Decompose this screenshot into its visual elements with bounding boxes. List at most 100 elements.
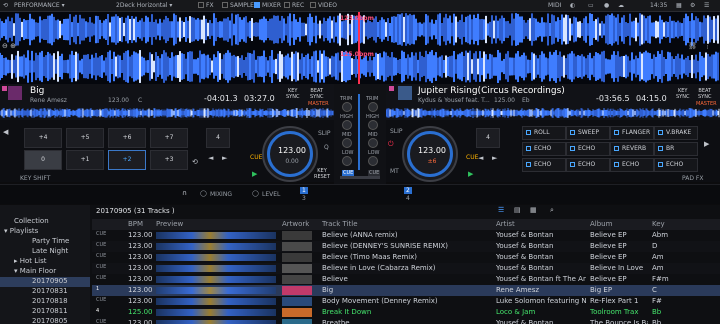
deck1-slip-label[interactable]: SLIP	[318, 130, 331, 137]
row-preview-waveform[interactable]	[156, 232, 276, 239]
deck1-play-icon[interactable]: ▶	[252, 170, 257, 178]
fx-roll[interactable]: ROLL	[522, 126, 566, 140]
col-album[interactable]: Album	[590, 220, 612, 228]
tree-playlists[interactable]: ▾ Playlists	[0, 227, 90, 237]
tree-main-floor[interactable]: ▾ Main Floor	[0, 267, 90, 277]
mode-select[interactable]: PERFORMANCE ▾	[14, 2, 65, 9]
fx-br[interactable]: BR	[654, 142, 698, 156]
detail-view-icon[interactable]: ▤	[514, 206, 521, 214]
row-preview-waveform[interactable]	[156, 265, 276, 272]
deck2-jog-wheel[interactable]: 123.00 ±6	[402, 126, 458, 182]
tree-late-night[interactable]: Late Night	[0, 247, 90, 257]
pad-plus4[interactable]: +4	[24, 128, 62, 148]
col-title[interactable]: Track Title	[322, 220, 358, 228]
deck-select-3[interactable]: 3	[300, 195, 308, 202]
deck2-beat-sync[interactable]: BEAT SYNC	[698, 88, 711, 100]
deck2-pad-right-icon[interactable]: ▶	[704, 140, 709, 148]
tree-20170811[interactable]: 20170811	[0, 307, 90, 317]
col-key[interactable]: Key	[652, 220, 665, 228]
high-right-knob[interactable]	[368, 120, 378, 130]
fx-echo-5[interactable]: ECHO	[610, 158, 654, 172]
deck1-key-sync[interactable]: KEY SYNC	[286, 88, 299, 100]
pad-zero[interactable]: 0	[24, 150, 62, 170]
mid-right-knob[interactable]	[368, 138, 378, 148]
zoom-out-icon[interactable]: ⊖	[2, 42, 8, 50]
tab-video[interactable]: VIDEO	[310, 2, 337, 9]
pad-plus6[interactable]: +6	[108, 128, 146, 148]
grid-icon[interactable]: ▦	[676, 2, 682, 9]
deck1-back-icon[interactable]: ⟲	[192, 158, 198, 166]
tree-20170818[interactable]: 20170818	[0, 297, 90, 307]
deck1-jog-wheel[interactable]: 123.00 0.00	[262, 126, 318, 182]
deck2-mt-label[interactable]: MT	[390, 168, 399, 175]
cloud-icon[interactable]: ☁	[618, 2, 624, 9]
trim-left-knob[interactable]	[342, 102, 352, 112]
table-row[interactable]: 4 125.00 Break It Down Loco & Jam Toolroom T…	[92, 307, 720, 318]
tree-collection[interactable]: Collection	[0, 217, 90, 227]
waveform-menu-icon[interactable]: ⋮	[704, 42, 711, 50]
fx-echo-4[interactable]: ECHO	[566, 158, 610, 172]
deck2-overview[interactable]	[386, 107, 720, 119]
link-icon[interactable]: ⛓	[688, 42, 697, 50]
table-row[interactable]: 1 123.00 Big Rene Amesz Big EP C	[92, 285, 720, 296]
pad-plus3[interactable]: +3	[150, 150, 188, 170]
fx-flanger[interactable]: FLANGER	[610, 126, 654, 140]
table-row[interactable]: CUE 123.00 Believe Yousef & Bontan ft The A…	[92, 274, 720, 285]
deck2-key-sync[interactable]: KEY SYNC	[676, 88, 689, 100]
list-view-icon[interactable]: ☰	[498, 206, 504, 214]
tab-mixer[interactable]: MIXER	[254, 2, 281, 9]
deck1-pad-left-icon[interactable]: ◀	[3, 128, 8, 136]
zoom-in-icon[interactable]: ⊕	[10, 42, 16, 50]
tab-fx[interactable]: FX	[198, 2, 214, 9]
table-row[interactable]: CUE 123.00 Believe (Timo Maas Remix) Yousef…	[92, 252, 720, 263]
row-preview-waveform[interactable]	[156, 276, 276, 283]
layout-select[interactable]: 2Deck Horizontal ▾	[116, 2, 172, 9]
high-left-knob[interactable]	[342, 120, 352, 130]
mid-left-knob[interactable]	[342, 138, 352, 148]
col-preview[interactable]: Preview	[156, 220, 183, 228]
row-preview-waveform[interactable]	[156, 243, 276, 250]
deck1-q-label[interactable]: Q	[324, 144, 329, 151]
row-preview-waveform[interactable]	[156, 320, 276, 324]
table-row[interactable]: CUE 123.00 Believe in Love (Cabarza Remix)…	[92, 263, 720, 274]
fx-echo-2[interactable]: ECHO	[566, 142, 610, 156]
deck2-slip-label[interactable]: SLIP	[390, 128, 403, 135]
low-left-knob[interactable]	[342, 156, 352, 166]
tree-20170905[interactable]: 20170905	[0, 277, 90, 287]
row-preview-waveform[interactable]	[156, 298, 276, 305]
fx-reverb[interactable]: REVERB	[610, 142, 654, 156]
search-icon[interactable]: ⌕	[550, 206, 554, 215]
col-artist[interactable]: Artist	[496, 220, 515, 228]
pad-plus1[interactable]: +1	[66, 150, 104, 170]
table-row[interactable]: CUE 123.00 Body Movement (Denney Remix) Luk…	[92, 296, 720, 307]
deck2-loop-out-icon[interactable]: ►	[492, 154, 497, 162]
tree-20170805[interactable]: 20170805	[0, 317, 90, 324]
deck1-key-reset[interactable]: KEY RESET	[314, 168, 330, 180]
deck-select-2[interactable]: 2	[404, 187, 412, 194]
headphone-icon[interactable]: ◐	[570, 2, 575, 9]
pad-fx-label[interactable]: PAD FX	[682, 175, 703, 182]
crossfader[interactable]	[340, 176, 380, 179]
record-icon[interactable]: ●	[604, 2, 609, 9]
pad-plus5[interactable]: +5	[66, 128, 104, 148]
waveform-zoom-controls[interactable]: ⊖ ⊕	[2, 42, 32, 52]
deck2-play-icon[interactable]: ▶	[468, 170, 473, 178]
tab-rec[interactable]: REC	[284, 2, 304, 9]
row-preview-waveform[interactable]	[156, 254, 276, 261]
midi-label[interactable]: MIDI	[548, 2, 561, 9]
fx-sweep[interactable]: SWEEP	[566, 126, 610, 140]
pad-plus2[interactable]: +2	[108, 150, 146, 170]
low-right-knob[interactable]	[368, 156, 378, 166]
tab-sampler[interactable]: SAMPLER	[222, 2, 258, 9]
deck-select-1[interactable]: 1	[300, 187, 308, 194]
col-bpm[interactable]: BPM	[128, 220, 143, 228]
grid-view-icon[interactable]: ▦	[530, 206, 537, 214]
row-preview-waveform[interactable]	[156, 309, 276, 316]
headphone-mix-icon[interactable]: ∩	[182, 189, 187, 197]
fx-echo-1[interactable]: ECHO	[522, 142, 566, 156]
deck1-loop-in-icon[interactable]: ◄	[208, 154, 213, 162]
deck2-headphone-icon[interactable]: ⏻	[388, 140, 394, 149]
deck2-loop-beats[interactable]: 4	[476, 128, 500, 148]
deck2-cue-label[interactable]: CUE	[466, 154, 478, 161]
trim-right-knob[interactable]	[368, 102, 378, 112]
